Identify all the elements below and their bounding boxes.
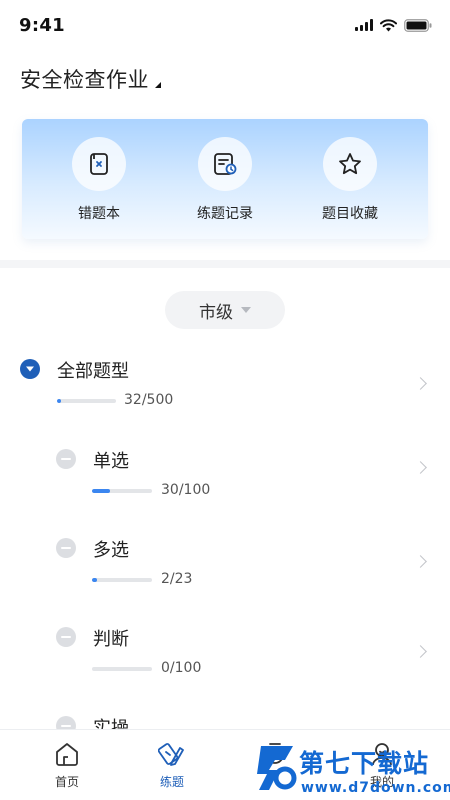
header[interactable]: 安全检查作业 — [20, 64, 161, 94]
progress-count: 32/500 — [124, 392, 174, 408]
collapse-icon — [56, 627, 76, 647]
progress-bar — [92, 578, 152, 582]
cellular-signal-icon — [355, 19, 373, 31]
star-icon — [323, 137, 377, 191]
wrong-book-icon — [72, 137, 126, 191]
chevron-right-icon — [414, 377, 427, 390]
category-title: 判断 — [93, 629, 129, 650]
battery-icon — [404, 18, 432, 32]
watermark: 第七下载站 www.d7down.com — [255, 736, 450, 800]
status-bar: 9:41 — [0, 0, 450, 52]
watermark-text: 第七下载站 — [299, 749, 430, 778]
category-row-all[interactable]: 全部题型 32/500 — [0, 355, 450, 415]
practice-icon — [158, 743, 184, 766]
progress-count: 0/100 — [161, 660, 202, 676]
chevron-down-icon — [241, 307, 251, 313]
progress-bar — [57, 399, 116, 403]
tab-home[interactable]: 首页 — [37, 740, 97, 790]
tab-practice-label: 练题 — [159, 775, 184, 789]
quick-actions-card: 错题本 练题记录 题目收藏 — [22, 119, 428, 239]
favorites-label: 题目收藏 — [322, 206, 378, 222]
level-select[interactable]: 市级 — [165, 291, 285, 329]
progress-bar — [92, 489, 152, 493]
status-time: 9:41 — [19, 15, 65, 36]
chevron-right-icon — [414, 461, 427, 474]
watermark-logo-icon — [257, 746, 297, 790]
category-row-multiple[interactable]: 多选 2/23 — [0, 534, 450, 594]
wrong-book-label: 错题本 — [78, 206, 120, 222]
category-row-judgement[interactable]: 判断 0/100 — [0, 623, 450, 683]
progress-bar — [92, 667, 152, 671]
category-title: 单选 — [93, 451, 129, 472]
collapse-icon — [56, 538, 76, 558]
status-icons — [355, 17, 432, 33]
collapse-icon — [56, 449, 76, 469]
category-title: 多选 — [93, 540, 129, 561]
home-icon — [56, 743, 78, 766]
dropdown-caret-icon[interactable] — [155, 82, 161, 88]
category-title: 全部题型 — [57, 361, 129, 382]
category-row-single[interactable]: 单选 30/100 — [0, 444, 450, 504]
favorites-button[interactable]: 题目收藏 — [295, 137, 405, 223]
section-divider — [0, 260, 450, 268]
practice-record-button[interactable]: 练题记录 — [170, 137, 280, 223]
tab-home-label: 首页 — [54, 775, 79, 789]
progress-fill — [92, 578, 98, 582]
progress-fill — [92, 489, 110, 493]
progress-count: 2/23 — [161, 571, 193, 587]
chevron-right-icon — [414, 645, 427, 658]
progress-count: 30/100 — [161, 482, 211, 498]
practice-record-icon — [198, 137, 252, 191]
page-title[interactable]: 安全检查作业 — [20, 64, 149, 94]
tab-practice[interactable]: 练题 — [142, 740, 202, 790]
wifi-icon — [380, 18, 397, 31]
level-select-value: 市级 — [199, 302, 233, 323]
chevron-right-icon — [414, 555, 427, 568]
progress-fill — [57, 399, 61, 403]
practice-record-label: 练题记录 — [197, 206, 253, 222]
expand-toggle-icon[interactable] — [20, 359, 40, 379]
watermark-url: www.d7down.com — [301, 780, 450, 796]
wrong-book-button[interactable]: 错题本 — [44, 137, 154, 223]
